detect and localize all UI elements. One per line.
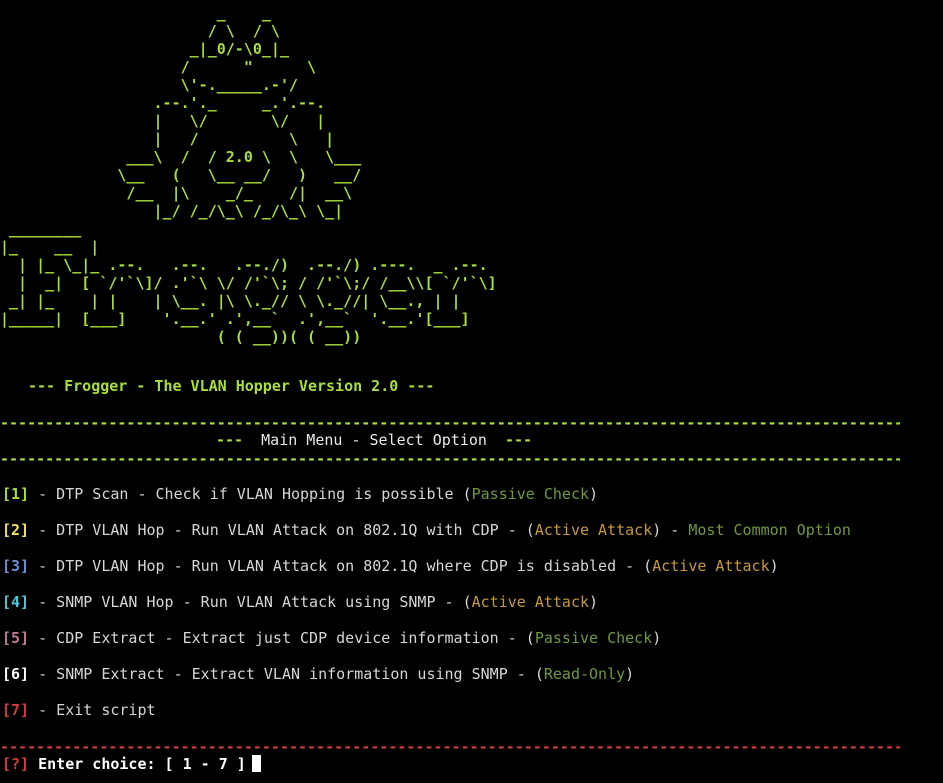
menu-item-tag: Passive Check xyxy=(534,629,653,647)
menu-item-tag-close: ) xyxy=(625,665,635,683)
menu-item-label: - CDP Extract - Extract just CDP device … xyxy=(29,629,535,647)
menu-item-3[interactable]: [3] - DTP VLAN Hop - Run VLAN Attack on … xyxy=(2,557,779,575)
prompt-marker: [?] xyxy=(2,755,30,773)
choice-prompt[interactable]: [?] Enter choice: [ 1 - 7 ] xyxy=(2,755,261,773)
menu-item-tag: Active Attack xyxy=(534,521,653,539)
separator-bottom: ----------------------------------------… xyxy=(0,450,900,468)
frog-ascii-art: _ _ / \ / \ _|_0/-\0_|_ / " \ \'-._____.… xyxy=(117,4,362,220)
menu-item-tag: Passive Check xyxy=(471,485,590,503)
menu-item-label: - DTP Scan - Check if VLAN Hopping is po… xyxy=(29,485,472,503)
menu-item-label: - Exit script xyxy=(29,701,156,719)
menu-item-label: - DTP VLAN Hop - Run VLAN Attack on 802.… xyxy=(29,557,653,575)
menu-item-note: Most Common Option xyxy=(688,521,851,539)
menu-item-number: [7] xyxy=(2,701,30,719)
separator-prompt: ----------------------------------------… xyxy=(0,738,900,756)
menu-item-6[interactable]: [6] - SNMP Extract - Extract VLAN inform… xyxy=(2,665,634,683)
menu-header-right-dashes: --- xyxy=(505,431,533,449)
menu-item-tag-close: ) xyxy=(652,521,662,539)
menu-item-label: - DTP VLAN Hop - Run VLAN Attack on 802.… xyxy=(29,521,535,539)
menu-item-number: [5] xyxy=(2,629,30,647)
menu-item-number: [6] xyxy=(2,665,30,683)
menu-item-tag-close: ) xyxy=(652,629,662,647)
menu-item-label: - SNMP VLAN Hop - Run VLAN Attack using … xyxy=(29,593,472,611)
menu-header-text: Main Menu - Select Option xyxy=(261,431,487,449)
menu-item-7[interactable]: [7] - Exit script xyxy=(2,701,156,719)
menu-item-number: [3] xyxy=(2,557,30,575)
prompt-text: Enter choice: [ 1 - 7 ] xyxy=(29,755,246,773)
menu-item-number: [4] xyxy=(2,593,30,611)
frogger-logo-ascii-art: ________ |_ __ | | |_ \_|_ .--. .--. .--… xyxy=(0,220,497,346)
terminal-window[interactable]: _ _ / \ / \ _|_0/-\0_|_ / " \ \'-._____.… xyxy=(0,0,943,783)
menu-item-2[interactable]: [2] - DTP VLAN Hop - Run VLAN Attack on … xyxy=(2,521,851,539)
separator-top: ----------------------------------------… xyxy=(0,414,900,432)
menu-item-tag: Read-Only xyxy=(543,665,626,683)
menu-item-tag-close: ) xyxy=(769,557,779,575)
menu-item-number: [1] xyxy=(2,485,30,503)
menu-item-number: [2] xyxy=(2,521,30,539)
menu-item-tag-close: ) xyxy=(589,485,599,503)
menu-header-left-dashes: --- xyxy=(216,431,244,449)
menu-item-tag: Active Attack xyxy=(471,593,590,611)
menu-item-4[interactable]: [4] - SNMP VLAN Hop - Run VLAN Attack us… xyxy=(2,593,598,611)
menu-item-tag: Active Attack xyxy=(652,557,770,575)
menu-item-5[interactable]: [5] - CDP Extract - Extract just CDP dev… xyxy=(2,629,661,647)
text-cursor[interactable] xyxy=(251,755,261,772)
menu-header: --- Main Menu - Select Option --- xyxy=(216,431,532,449)
menu-item-1[interactable]: [1] - DTP Scan - Check if VLAN Hopping i… xyxy=(2,485,598,503)
menu-item-label: - SNMP Extract - Extract VLAN informatio… xyxy=(29,665,544,683)
menu-item-extra-separator: - xyxy=(661,521,689,539)
menu-item-tag-close: ) xyxy=(589,593,599,611)
app-title: --- Frogger - The VLAN Hopper Version 2.… xyxy=(28,377,435,395)
